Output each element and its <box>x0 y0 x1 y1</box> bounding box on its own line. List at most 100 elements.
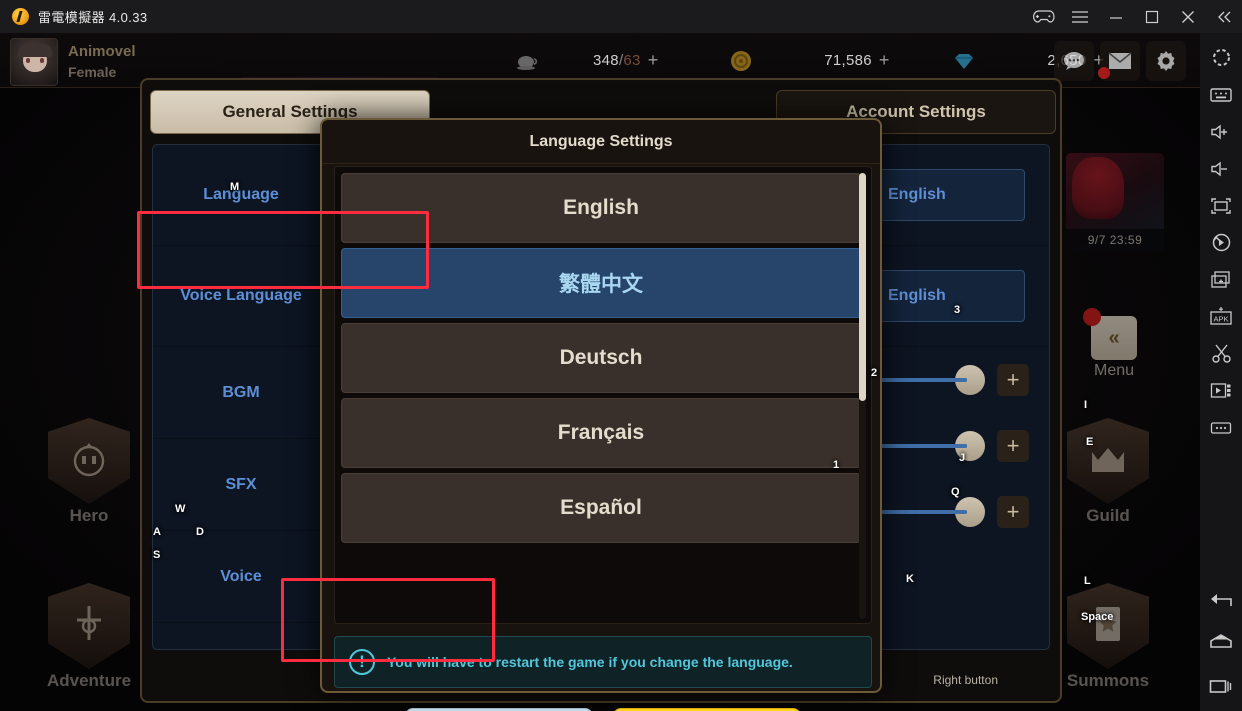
install-apk-icon[interactable]: APK <box>1200 298 1242 335</box>
gold-plus-button[interactable]: + <box>879 50 890 71</box>
language-option-deutsch[interactable]: Deutsch <box>341 323 861 393</box>
recent-apps-icon[interactable] <box>1200 663 1242 711</box>
bgm-slider-row: + <box>861 347 1049 413</box>
keymap-badge-1: 1 <box>833 459 840 471</box>
voice-plus-button[interactable]: + <box>997 496 1029 528</box>
ldplayer-window: 雷電模擬器 4.0.33 Animovel Female 348/63 + 71… <box>0 0 1242 711</box>
modal-title: Language Settings <box>322 120 880 164</box>
bgm-slider-track[interactable] <box>871 378 967 382</box>
language-option-chinese[interactable]: 繁體中文 <box>341 248 861 318</box>
settings-row-voice-language[interactable]: Voice Language <box>153 246 329 347</box>
double-chevron-left-icon: « <box>1083 308 1137 360</box>
energy-plus-button[interactable]: + <box>648 50 659 71</box>
nav-label-summons: Summons <box>1066 671 1150 690</box>
settings-value-voice-language: English <box>861 246 1049 347</box>
avatar <box>10 38 58 86</box>
game-viewport: Animovel Female 348/63 + 71,586 + + Hero… <box>0 33 1200 711</box>
language-option-espanol[interactable]: Español <box>341 473 861 543</box>
keyboard-icon[interactable] <box>1200 76 1242 113</box>
keymap-badge-d: D <box>196 526 204 538</box>
language-option-english[interactable]: English <box>341 173 861 243</box>
language-option-francais[interactable]: Français <box>341 398 861 468</box>
settings-right-panel: English English + + + <box>860 144 1050 650</box>
voice-slider-track[interactable] <box>871 510 967 514</box>
keymap-badge-j: J <box>959 452 966 464</box>
settings-row-sfx[interactable]: SFX <box>153 439 329 531</box>
keymap-badge-e: E <box>1086 436 1094 448</box>
keymap-badge-a: A <box>153 526 161 538</box>
fullscreen-icon[interactable] <box>1200 187 1242 224</box>
settings-row-bgm[interactable]: BGM <box>153 347 329 439</box>
hamburger-menu-icon[interactable] <box>1062 0 1098 33</box>
settings-row-language[interactable]: Language <box>153 145 329 246</box>
keymap-badge-q: Q <box>951 486 960 498</box>
maximize-icon[interactable] <box>1134 0 1170 33</box>
language-list-scrollbar[interactable] <box>859 173 866 619</box>
nav-item-guild[interactable]: Guild <box>1053 418 1163 526</box>
nav-item-hero[interactable]: Hero <box>34 418 144 526</box>
game-menu-button[interactable]: « Menu <box>1083 308 1144 380</box>
voice-language-dropdown[interactable]: English <box>875 270 1025 322</box>
menu-notification-badge <box>1083 308 1101 326</box>
keymap-badge-w: W <box>175 503 186 515</box>
event-banner[interactable]: 9/7 23:59 <box>1066 153 1164 251</box>
player-profile[interactable]: Animovel Female <box>10 38 136 86</box>
settings-row-voice[interactable]: Voice <box>153 531 329 623</box>
exclamation-circle-icon: ! <box>349 649 375 675</box>
home-icon[interactable] <box>1200 619 1242 663</box>
nav-label-adventure: Adventure <box>46 671 132 690</box>
ldplayer-sidebar: APK <box>1200 33 1242 711</box>
nav-item-summons[interactable]: Summons <box>1053 583 1163 691</box>
gem-icon <box>951 48 977 74</box>
ldplayer-logo-icon <box>12 8 29 25</box>
language-dropdown[interactable]: English <box>875 169 1025 221</box>
restart-notice-text: You will have to restart the game if you… <box>387 654 793 670</box>
restart-notice: ! You will have to restart the game if y… <box>334 636 872 688</box>
screen-rotate-icon[interactable] <box>1200 224 1242 261</box>
more-options-icon[interactable] <box>1200 409 1242 446</box>
volume-down-icon[interactable] <box>1200 150 1242 187</box>
titlebar: 雷電模擬器 4.0.33 <box>0 0 1242 33</box>
keymap-badge-2: 2 <box>871 367 878 379</box>
keymap-badge-l: L <box>1084 575 1091 587</box>
sync-circle-icon[interactable] <box>1200 39 1242 76</box>
close-icon[interactable] <box>1170 0 1206 33</box>
right-button-hint: Right button <box>933 673 998 687</box>
scissors-screenshot-icon[interactable] <box>1200 335 1242 372</box>
back-icon[interactable] <box>1200 582 1242 619</box>
settings-gear-icon[interactable] <box>1146 40 1186 81</box>
nav-item-adventure[interactable]: Adventure <box>34 583 144 691</box>
guild-crown-icon <box>1067 418 1149 504</box>
settings-left-panel: Language Voice Language BGM SFX Voice <box>152 144 330 650</box>
hero-shield-icon <box>48 418 130 504</box>
settings-value-language: English <box>861 145 1049 246</box>
svg-text:APK: APK <box>1213 315 1228 324</box>
currency-energy[interactable]: 348/63 + <box>515 48 658 74</box>
sfx-slider-row: + <box>861 413 1049 479</box>
collapse-chevrons-icon[interactable] <box>1206 0 1242 33</box>
energy-icon <box>515 48 541 74</box>
keymap-badge-k: K <box>906 573 914 585</box>
multi-instance-icon[interactable] <box>1200 261 1242 298</box>
gold-coin-icon <box>728 48 754 74</box>
keymap-badge-i: I <box>1084 399 1088 411</box>
volume-up-icon[interactable] <box>1200 113 1242 150</box>
gamepad-icon[interactable] <box>1026 0 1062 33</box>
bgm-plus-button[interactable]: + <box>997 364 1029 396</box>
minimize-icon[interactable] <box>1098 0 1134 33</box>
player-gender: Female <box>68 64 117 80</box>
sfx-slider-track[interactable] <box>871 444 967 448</box>
video-record-icon[interactable] <box>1200 372 1242 409</box>
chat-icon[interactable] <box>1054 40 1094 81</box>
mail-icon[interactable] <box>1098 40 1140 81</box>
language-list[interactable]: English 繁體中文 Deutsch Français Español <box>334 166 872 624</box>
event-character-art <box>1072 157 1124 219</box>
sfx-plus-button[interactable]: + <box>997 430 1029 462</box>
language-list-scrollthumb[interactable] <box>859 173 866 401</box>
keymap-badge-3: 3 <box>954 304 961 316</box>
mail-notification-badge <box>1098 66 1110 79</box>
nav-label-guild: Guild <box>1086 506 1130 525</box>
energy-value: 348/63 <box>593 52 641 69</box>
summons-card-icon <box>1067 583 1149 669</box>
currency-gold[interactable]: 71,586 + <box>728 48 889 74</box>
